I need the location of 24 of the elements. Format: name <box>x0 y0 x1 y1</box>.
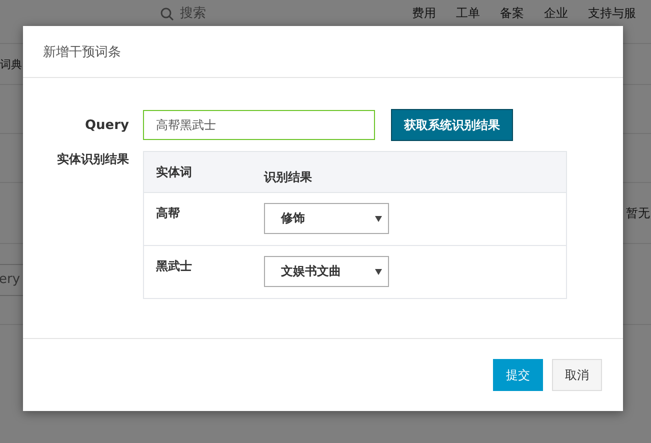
empty-text: 暂无 <box>626 204 650 222</box>
list-label: 词典 <box>0 56 22 72</box>
nav-link[interactable]: 费用 <box>412 5 436 21</box>
entity-label: 实体识别结果 <box>56 151 129 168</box>
column-header: 识别结果 <box>264 168 312 186</box>
table-cell-text: 高帮 <box>155 205 181 222</box>
nav-link[interactable]: 备案 <box>500 5 524 21</box>
nav-link[interactable]: 支持与服 <box>588 5 636 21</box>
fetch-results-button[interactable]: 获取系统识别结果 <box>391 109 513 141</box>
search-field[interactable]: 搜索 <box>178 5 242 22</box>
cancel-button[interactable]: 取消 <box>552 359 602 391</box>
dialog-title: 新增干预词条 <box>43 44 121 60</box>
column-header: 实体词 <box>155 164 193 180</box>
query-label: Query <box>84 118 129 132</box>
table-cell-text: 黑武士 <box>155 258 193 275</box>
caret-icon <box>375 268 382 274</box>
result-dropdown[interactable]: 修饰 <box>264 203 389 234</box>
result-dropdown[interactable]: 文娱书文曲 <box>264 256 389 287</box>
nav-link[interactable]: 工单 <box>456 5 480 21</box>
nav-link[interactable]: 企业 <box>544 5 568 21</box>
caret-icon <box>375 216 382 222</box>
submit-button[interactable]: 提交 <box>493 359 543 391</box>
search-icon <box>160 6 174 20</box>
query-field[interactable]: 高帮黑武士 <box>143 110 375 140</box>
